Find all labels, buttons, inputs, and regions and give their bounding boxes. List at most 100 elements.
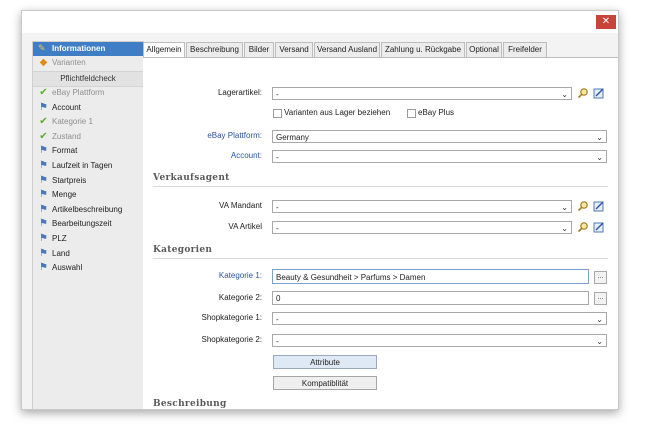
kategorie1-input[interactable]: Beauty & Gesundheit > Parfums > Damen bbox=[272, 269, 589, 284]
kategorie2-browse-button[interactable]: ... bbox=[594, 292, 607, 305]
flag-icon: ⚑ bbox=[39, 160, 48, 171]
flag-icon: ⚑ bbox=[39, 174, 48, 186]
kategorie2-value: 0 bbox=[276, 294, 281, 303]
chevron-down-icon: ⌄ bbox=[596, 337, 603, 346]
sidebar-item-zustand[interactable]: ✔ Zustand bbox=[33, 130, 143, 144]
lagerartikel-select[interactable]: - ⌄ bbox=[272, 87, 572, 100]
kompatibilitaet-button[interactable]: Kompatiblität bbox=[273, 376, 377, 390]
sidebar-item-laufzeit-in-tagen[interactable]: ⚑ Laufzeit in Tagen bbox=[33, 159, 143, 173]
tab-allgemein[interactable]: Allgemein bbox=[143, 42, 185, 58]
sidebar-item-bearbeitungszeit[interactable]: ⚑ Bearbeitungszeit bbox=[33, 217, 143, 231]
chevron-down-icon: ⌄ bbox=[596, 153, 603, 162]
shopkategorie1-value: - bbox=[276, 315, 279, 324]
flag-icon: ⚑ bbox=[39, 189, 48, 201]
tab-beschreibung[interactable]: Beschreibung bbox=[186, 42, 243, 57]
sidebar-item-artikelbeschreibung[interactable]: ⚑ Artikelbeschreibung bbox=[33, 203, 143, 217]
sidebar-item-format[interactable]: ⚑ Format bbox=[33, 144, 143, 158]
account-select[interactable]: - ⌄ bbox=[272, 150, 607, 163]
flag-icon: ⚑ bbox=[39, 101, 48, 113]
flag-icon: ⚑ bbox=[39, 247, 48, 259]
sidebar-item-startpreis[interactable]: ⚑ Startpreis bbox=[33, 174, 143, 188]
flag-icon: ⚑ bbox=[39, 218, 48, 230]
sidebar-item-label: Startpreis bbox=[52, 175, 87, 185]
sidebar-item-varianten[interactable]: ◆ Varianten bbox=[33, 56, 143, 70]
sidebar-item-label: PLZ bbox=[52, 234, 67, 243]
plattform-label: eBay Plattform: bbox=[207, 131, 262, 140]
tab-bilder[interactable]: Bilder bbox=[244, 42, 274, 57]
shopkategorie1-label: Shopkategorie 1: bbox=[201, 313, 263, 322]
tab-content-allgemein: Lagerartikel: - ⌄ Varianten aus Lager be… bbox=[143, 57, 618, 409]
edit-icon[interactable] bbox=[593, 87, 605, 99]
chevron-down-icon: ⌄ bbox=[561, 203, 568, 212]
search-icon[interactable] bbox=[577, 221, 589, 233]
attribute-button[interactable]: Attribute bbox=[273, 355, 377, 369]
lagerartikel-value: - bbox=[276, 90, 279, 99]
shopkategorie2-label: Shopkategorie 2: bbox=[201, 335, 263, 344]
shopkategorie1-select[interactable]: - ⌄ bbox=[272, 312, 607, 325]
shopkategorie2-select[interactable]: - ⌄ bbox=[272, 334, 607, 347]
chevron-down-icon: ⌄ bbox=[596, 315, 603, 324]
sidebar-item-label: Auswahl bbox=[52, 263, 83, 273]
check-icon: ✔ bbox=[39, 130, 48, 142]
sidebar-item-label: Laufzeit in Tagen bbox=[52, 161, 113, 170]
sidebar-item-label: Artikelbeschreibung bbox=[52, 204, 123, 214]
varianten-checkbox[interactable] bbox=[273, 109, 282, 118]
title-bar bbox=[22, 11, 618, 33]
sidebar-item-plz[interactable]: ⚑ PLZ bbox=[33, 232, 143, 246]
chevron-down-icon: ⌄ bbox=[561, 224, 568, 233]
check-icon: ✔ bbox=[39, 87, 48, 98]
tab-versand[interactable]: Versand bbox=[275, 42, 313, 57]
va-artikel-value: - bbox=[276, 224, 279, 233]
ebay-plus-checkbox-label: eBay Plus bbox=[418, 108, 455, 117]
section-divider bbox=[153, 258, 608, 259]
sidebar-item-account[interactable]: ⚑ Account bbox=[33, 101, 143, 115]
tab-optional[interactable]: Optional bbox=[466, 42, 502, 57]
sidebar-item-label: Zustand bbox=[52, 131, 81, 141]
tab-zahlung-u-r-ckgabe[interactable]: Zahlung u. Rückgabe bbox=[381, 42, 465, 57]
sidebar-item-menge[interactable]: ⚑ Menge bbox=[33, 188, 143, 202]
kategorie1-browse-button[interactable]: ... bbox=[594, 271, 607, 284]
kategorie1-value: Beauty & Gesundheit > Parfums > Damen bbox=[276, 273, 426, 282]
flag-icon: ⚑ bbox=[39, 262, 48, 274]
plattform-select[interactable]: Germany ⌄ bbox=[272, 130, 607, 143]
search-icon[interactable] bbox=[577, 87, 589, 99]
section-title-beschreibung: Beschreibung bbox=[153, 399, 227, 409]
section-title-kategorien: Kategorien bbox=[153, 245, 213, 255]
chevron-down-icon: ⌄ bbox=[561, 90, 568, 99]
flag-icon: ⚑ bbox=[39, 203, 48, 215]
sidebar-item-label: Format bbox=[52, 146, 78, 156]
section-divider bbox=[153, 186, 608, 187]
chevron-down-icon: ⌄ bbox=[596, 133, 603, 142]
sidebar-item-kategorie-1[interactable]: ✔ Kategorie 1 bbox=[33, 115, 143, 129]
sidebar-header-informationen[interactable]: ✎ Informationen bbox=[33, 42, 143, 56]
plattform-value: Germany bbox=[276, 133, 309, 142]
sidebar-item-label: eBay Plattform bbox=[52, 88, 105, 97]
sidebar-item-ebay-plattform[interactable]: ✔ eBay Plattform bbox=[33, 86, 143, 100]
close-button[interactable]: ✕ bbox=[596, 15, 616, 29]
check-icon: ✔ bbox=[39, 116, 48, 128]
sidebar-item-auswahl[interactable]: ⚑ Auswahl bbox=[33, 261, 143, 275]
kategorie2-label: Kategorie 2: bbox=[218, 293, 262, 302]
kategorie2-input[interactable]: 0 bbox=[272, 291, 589, 305]
sidebar-section-pflichtfeldcheck: Pflichtfeldcheck bbox=[33, 71, 143, 87]
wrench-icon: ✎ bbox=[38, 44, 46, 54]
va-artikel-label: VA Artikel bbox=[228, 222, 262, 231]
tab-versand-ausland[interactable]: Versand Ausland bbox=[314, 42, 380, 57]
varianten-checkbox-label: Varianten aus Lager beziehen bbox=[284, 108, 391, 117]
shopkategorie2-value: - bbox=[276, 337, 279, 346]
tab-freifelder[interactable]: Freifelder bbox=[503, 42, 547, 57]
dialog-window: ✕ ✎ Informationen ◆ Varianten Pflichtfel… bbox=[21, 10, 619, 410]
sidebar: ✎ Informationen ◆ Varianten Pflichtfeldc… bbox=[32, 41, 144, 409]
edit-icon[interactable] bbox=[593, 200, 605, 212]
va-mandant-value: - bbox=[276, 203, 279, 212]
sidebar-item-label: Land bbox=[52, 248, 70, 258]
va-mandant-select[interactable]: - ⌄ bbox=[272, 200, 572, 213]
ebay-plus-checkbox[interactable] bbox=[407, 109, 416, 118]
lagerartikel-label: Lagerartikel: bbox=[217, 88, 262, 97]
sidebar-header-label: Informationen bbox=[52, 44, 106, 53]
va-artikel-select[interactable]: - ⌄ bbox=[272, 221, 572, 234]
search-icon[interactable] bbox=[577, 200, 589, 212]
account-label: Account: bbox=[230, 151, 262, 160]
sidebar-item-land[interactable]: ⚑ Land bbox=[33, 247, 143, 261]
edit-icon[interactable] bbox=[593, 221, 605, 233]
